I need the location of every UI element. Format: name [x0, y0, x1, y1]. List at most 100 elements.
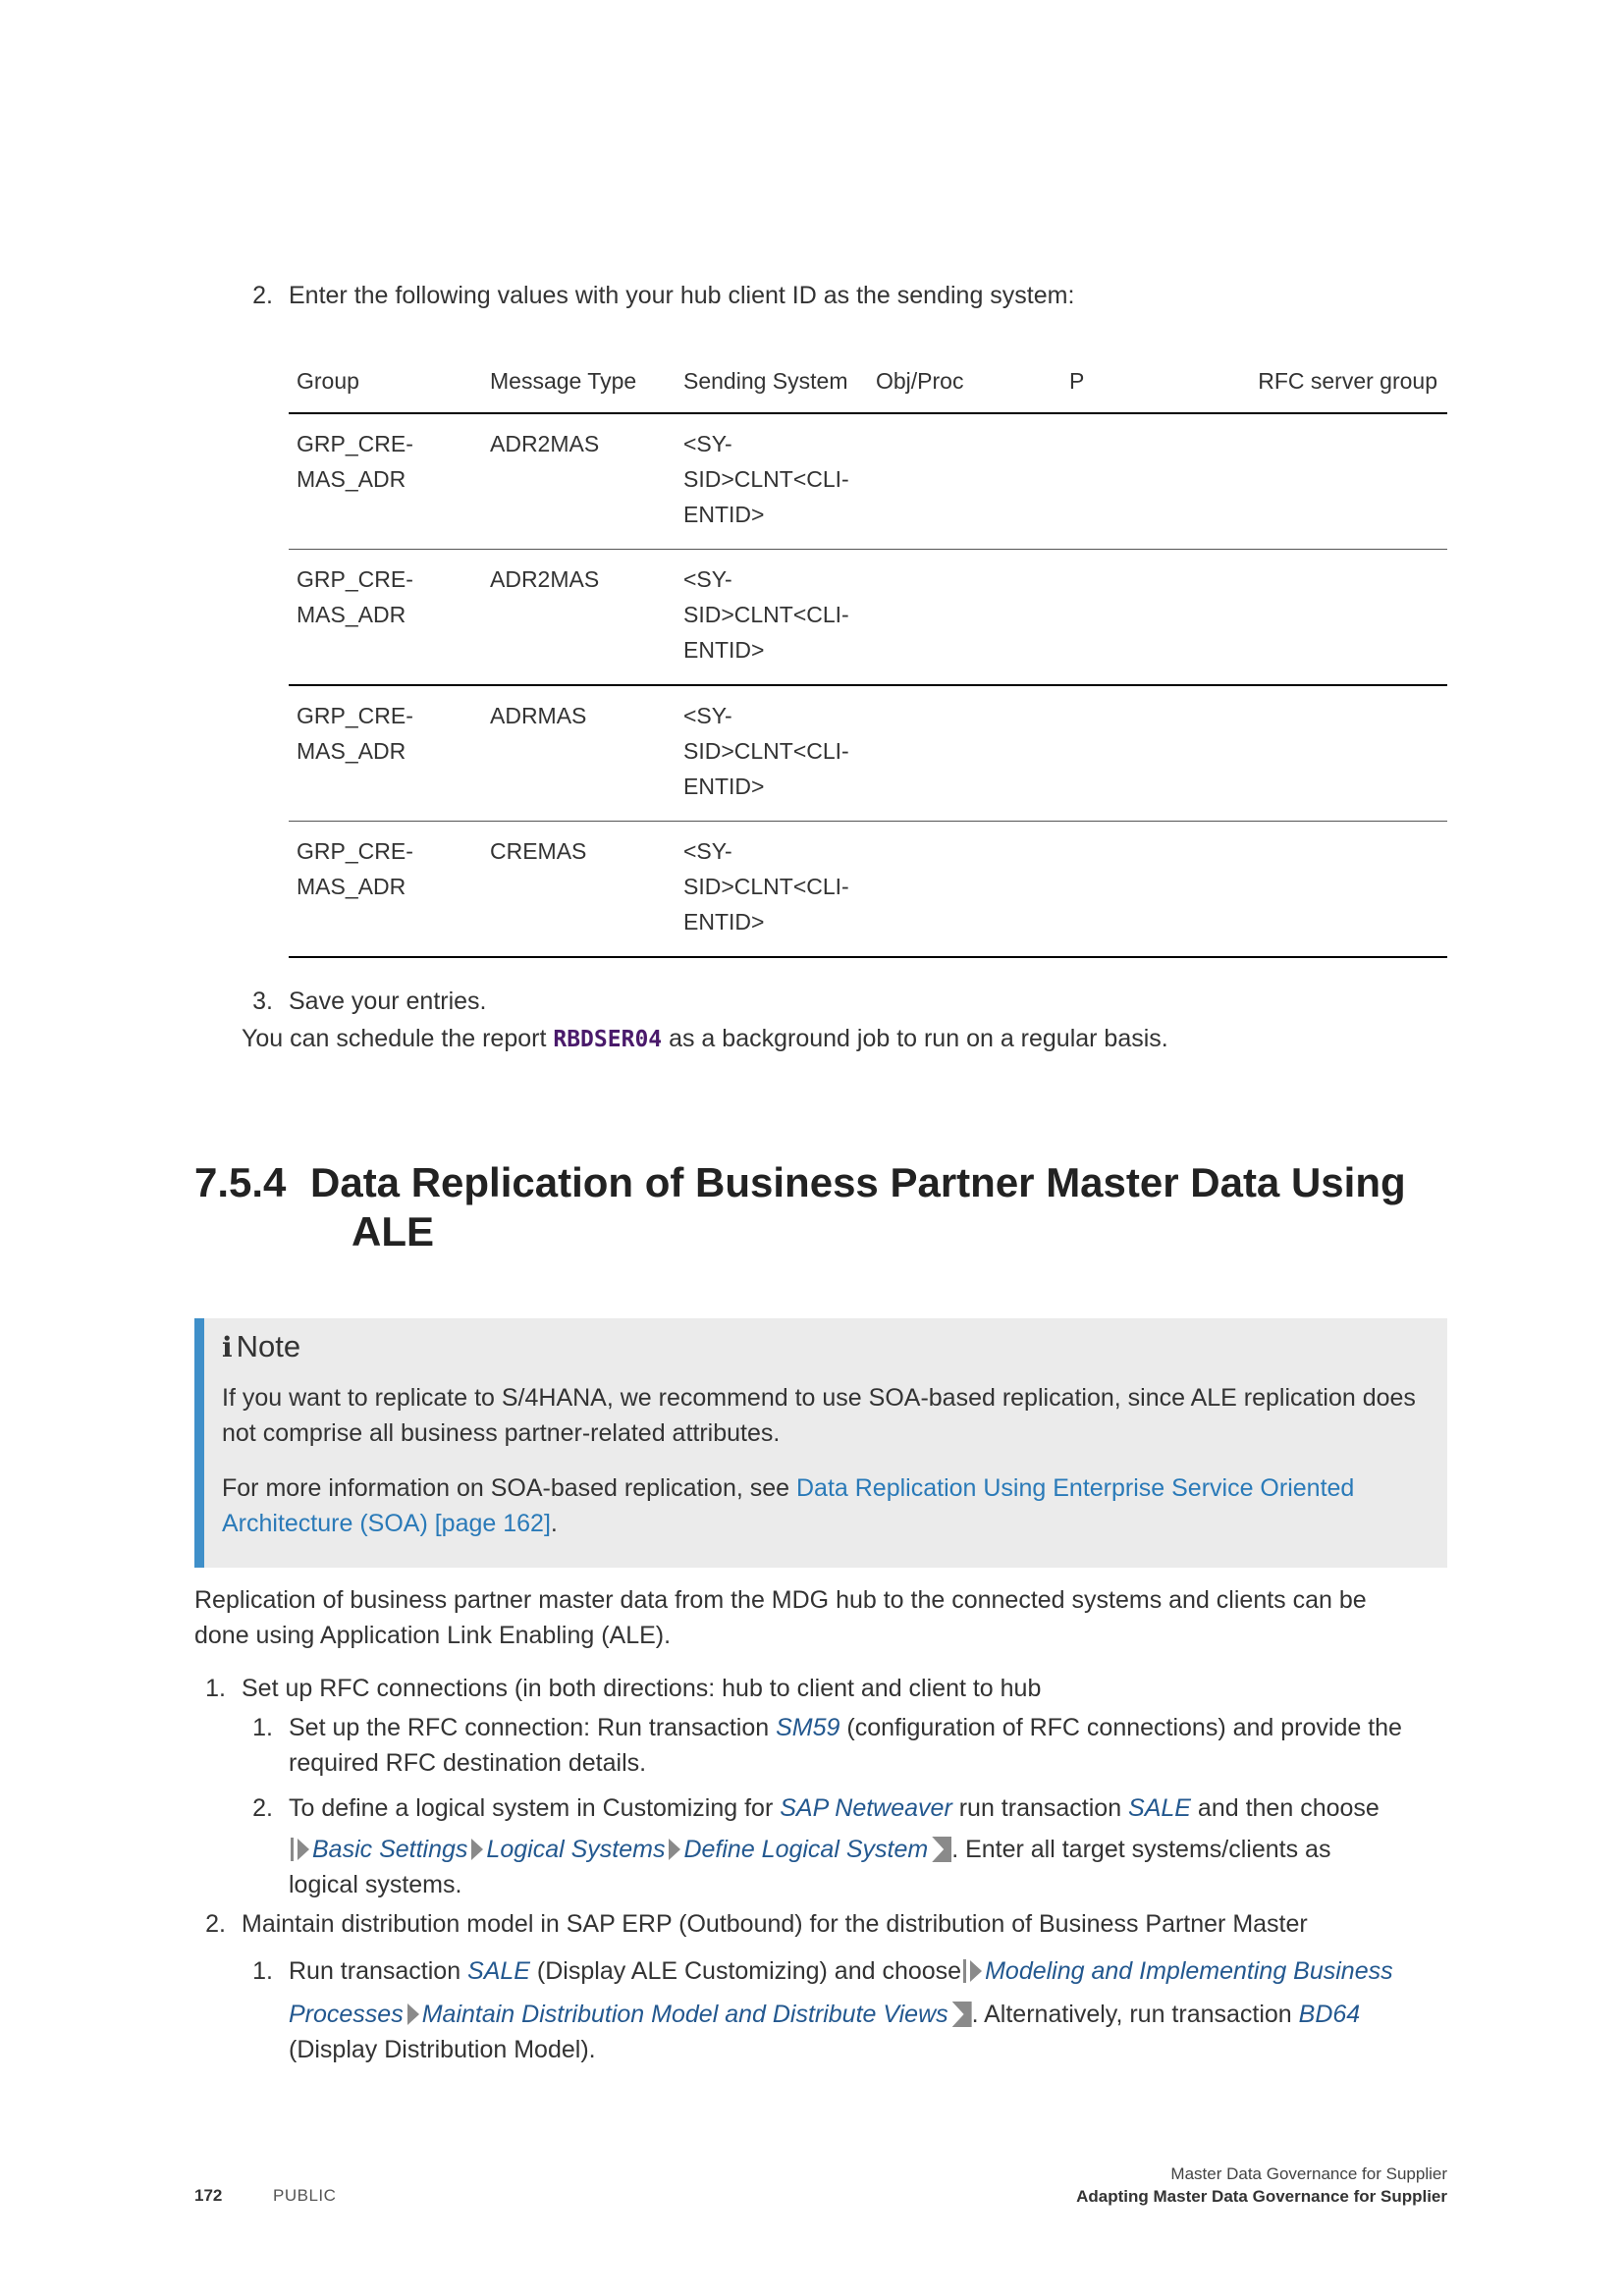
- cell-group: GRP_CRE- MAS_ADR: [297, 561, 473, 632]
- cell-line: <SY-: [683, 703, 732, 728]
- list-text: Set up the RFC connection: Run transacti…: [289, 1710, 1467, 1781]
- cell-line: ENTID>: [683, 502, 765, 527]
- list-number: 2.: [252, 1794, 273, 1822]
- cell-line: MAS_ADR: [297, 738, 406, 764]
- menu-path: Basic Settings Logical Systems Define Logi…: [289, 1832, 1467, 1867]
- transaction-sale[interactable]: SALE: [467, 1957, 530, 1985]
- cell-line: <SY-: [683, 838, 732, 864]
- cell-message-type: CREMAS: [490, 838, 587, 864]
- path-arrow-icon: [298, 1839, 309, 1860]
- path-logical-systems[interactable]: Logical Systems: [486, 1836, 665, 1863]
- note-paragraph-2: For more information on SOA-based replic…: [222, 1470, 1420, 1541]
- values-table: Group Message Type Sending System Obj/Pr…: [289, 357, 1447, 958]
- transaction-sm59[interactable]: SM59: [776, 1714, 839, 1741]
- cell-sending-system: <SY- SID>CLNT<CLI- ENTID>: [683, 833, 860, 939]
- document-title: Master Data Governance for Supplier: [1170, 2164, 1447, 2183]
- header-message-type: Message Type: [490, 368, 637, 394]
- cell-line: MAS_ADR: [297, 602, 406, 627]
- cell-message-type: ADR2MAS: [490, 431, 600, 456]
- list-text: Set up RFC connections (in both directio…: [242, 1675, 1042, 1702]
- soa-replication-link[interactable]: Data Replication Using Enterprise Servic…: [796, 1474, 1354, 1502]
- cell-message-type: ADR2MAS: [490, 566, 600, 592]
- text-line: logical systems.: [289, 1871, 462, 1898]
- section-title-cont: ALE: [352, 1208, 434, 1255]
- text-fragment: To define a logical system in Customizin…: [289, 1794, 781, 1822]
- cell-line: MAS_ADR: [297, 466, 406, 492]
- section-title: Data Replication of Business Partner Mas…: [310, 1159, 1406, 1205]
- list-text: To define a logical system in Customizin…: [289, 1790, 1467, 1902]
- list-text: Maintain distribution model in SAP ERP (…: [242, 1910, 1308, 1938]
- list-text: Run transaction SALE (Display ALE Custom…: [289, 1953, 1467, 2067]
- cell-line: GRP_CRE-: [297, 838, 413, 864]
- schedule-paragraph: You can schedule the report RBDSER04 as …: [242, 1021, 1168, 1057]
- cell-line: SID>CLNT<CLI-: [683, 602, 849, 627]
- text-line: (Display Distribution Model).: [289, 2036, 596, 2063]
- header-rfc-server-group: RFC server group: [1258, 368, 1437, 394]
- path-arrow-icon: [970, 1960, 983, 1982]
- cell-line: GRP_CRE-: [297, 703, 413, 728]
- document-page: 2. Enter the following values with your …: [0, 0, 1624, 2296]
- cell-group: GRP_CRE- MAS_ADR: [297, 698, 473, 769]
- text-fragment: Run transaction: [289, 1957, 468, 1985]
- text-line: Replication of business partner master d…: [194, 1586, 1367, 1614]
- header-group: Group: [297, 368, 359, 394]
- cell-sending-system: <SY- SID>CLNT<CLI- ENTID>: [683, 426, 860, 532]
- text-fragment: (configuration of RFC connections) and p…: [839, 1714, 1402, 1741]
- text-line: required RFC destination details.: [289, 1749, 647, 1777]
- text-fragment: For more information on SOA-based replic…: [222, 1474, 796, 1502]
- table-row: GRP_CRE- MAS_ADR CREMAS <SY- SID>CLNT<CL…: [289, 822, 1447, 958]
- table-row: GRP_CRE- MAS_ADR ADRMAS <SY- SID>CLNT<CL…: [289, 686, 1447, 822]
- cell-line: <SY-: [683, 431, 732, 456]
- table-header: Group Message Type Sending System Obj/Pr…: [289, 357, 1447, 414]
- note-paragraph-1: If you want to replicate to S/4HANA, we …: [222, 1384, 1416, 1447]
- text-fragment: and then choose: [1190, 1794, 1380, 1822]
- chapter-title: Adapting Master Data Governance for Supp…: [1076, 2187, 1447, 2206]
- sap-netweaver-link[interactable]: SAP Netweaver: [780, 1794, 952, 1822]
- text-line: done using Application Link Enabling (AL…: [194, 1622, 672, 1649]
- table-row: GRP_CRE- MAS_ADR ADR2MAS <SY- SID>CLNT<C…: [289, 414, 1447, 550]
- text-fragment: . Enter all target systems/clients as: [951, 1836, 1331, 1863]
- path-define-logical-system[interactable]: Define Logical System: [683, 1836, 928, 1863]
- path-maintain-distribution-model[interactable]: Maintain Distribution Model and Distribu…: [422, 2001, 948, 2028]
- path-arrow-icon: [406, 2003, 419, 2025]
- cell-line: SID>CLNT<CLI-: [683, 466, 849, 492]
- cell-line: GRP_CRE-: [297, 431, 413, 456]
- path-basic-settings[interactable]: Basic Settings: [312, 1836, 467, 1863]
- step-number: 2.: [252, 282, 273, 309]
- path-modeling-implementing[interactable]: Modeling and Implementing Business: [985, 1957, 1393, 1985]
- cell-line: GRP_CRE-: [297, 566, 413, 592]
- cell-sending-system: <SY- SID>CLNT<CLI- ENTID>: [683, 561, 860, 667]
- cell-group: GRP_CRE- MAS_ADR: [297, 426, 473, 497]
- cell-line: ENTID>: [683, 637, 765, 663]
- path-end-icon: [951, 2002, 972, 2027]
- soa-replication-link-cont[interactable]: Architecture (SOA) [page 162]: [222, 1510, 551, 1537]
- cell-line: SID>CLNT<CLI-: [683, 874, 849, 899]
- note-box: i Note If you want to replicate to S/4HAN…: [194, 1318, 1447, 1568]
- cell-sending-system: <SY- SID>CLNT<CLI- ENTID>: [683, 698, 860, 804]
- path-arrow-icon: [669, 1839, 681, 1860]
- section-number: 7.5.4: [194, 1159, 287, 1205]
- header-obj-proc: Obj/Proc: [876, 368, 964, 394]
- text-fragment: You can schedule the report: [242, 1025, 554, 1052]
- list-number: 1.: [205, 1675, 226, 1702]
- intro-paragraph: Replication of business partner master d…: [194, 1582, 1461, 1653]
- classification-label: PUBLIC: [273, 2186, 337, 2205]
- cell-line: <SY-: [683, 566, 732, 592]
- list-number: 1.: [252, 1714, 273, 1741]
- table-row: GRP_CRE- MAS_ADR ADR2MAS <SY- SID>CLNT<C…: [289, 550, 1447, 686]
- step-text: Save your entries.: [289, 988, 487, 1015]
- text-fragment: as a background job to run on a regular …: [662, 1025, 1168, 1052]
- text-fragment: . Alternatively, run transaction: [971, 2001, 1299, 2028]
- path-start-bar-icon: [963, 1959, 967, 1983]
- transaction-sale[interactable]: SALE: [1128, 1794, 1191, 1822]
- step-number: 3.: [252, 988, 273, 1015]
- list-number: 1.: [252, 1957, 273, 1985]
- path-modeling-implementing-cont[interactable]: Processes: [289, 2001, 404, 2028]
- cell-line: ENTID>: [683, 774, 765, 799]
- page-number: 172: [194, 2186, 223, 2205]
- text-fragment: run transaction: [951, 1794, 1129, 1822]
- path-start-bar-icon: [291, 1838, 294, 1861]
- cell-line: ENTID>: [683, 909, 765, 934]
- transaction-bd64[interactable]: BD64: [1299, 2001, 1361, 2028]
- header-sending-system: Sending System: [683, 368, 848, 394]
